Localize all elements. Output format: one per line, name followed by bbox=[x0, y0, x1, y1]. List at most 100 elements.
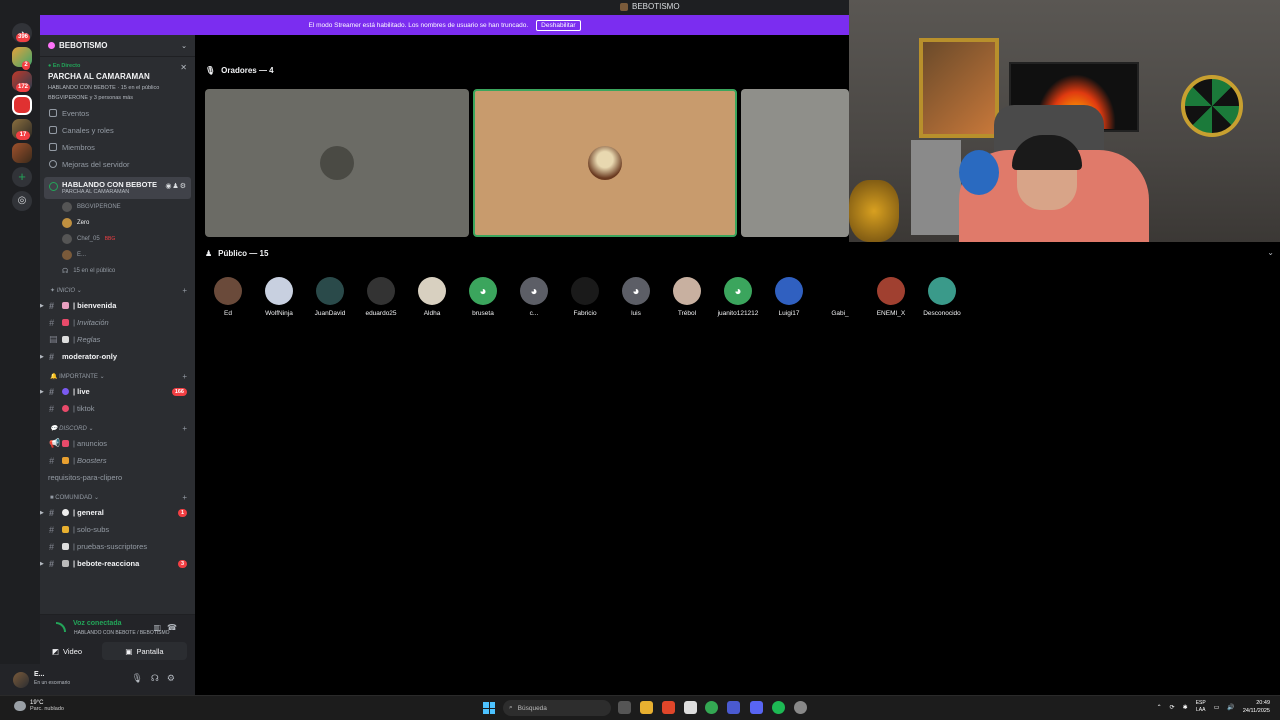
screen-icon: ▣ bbox=[125, 646, 133, 656]
obs-icon[interactable] bbox=[794, 701, 807, 714]
add-channel-icon[interactable]: + bbox=[182, 286, 187, 295]
channel-reglas[interactable]: ▤ | Reglas bbox=[40, 331, 195, 348]
menu-item-channels-roles[interactable]: Canales y roles bbox=[40, 122, 195, 139]
voice-status[interactable]: Voz conectada bbox=[73, 620, 122, 627]
language-indicator[interactable]: ESP LAA bbox=[1196, 700, 1206, 714]
video-button[interactable]: ◩ Video bbox=[48, 642, 86, 660]
unread-badge: 166 bbox=[171, 387, 187, 396]
disable-streamer-button[interactable]: Deshabilitar bbox=[536, 19, 581, 31]
brave-browser-icon[interactable] bbox=[662, 701, 675, 714]
channel-solo-subs[interactable]: # | solo-subs bbox=[40, 521, 195, 538]
server-header[interactable]: BEBOTISMO ⌄ bbox=[40, 35, 195, 57]
windows-start-icon[interactable] bbox=[483, 702, 495, 714]
channel-tiktok[interactable]: # | tiktok bbox=[40, 400, 195, 417]
audience-member[interactable]: ◕ luis bbox=[611, 277, 661, 317]
audience-member[interactable]: eduardo25 bbox=[356, 277, 406, 317]
audience-member[interactable]: Fabricio bbox=[560, 277, 610, 317]
teams-icon[interactable] bbox=[727, 701, 740, 714]
hash-icon: # bbox=[49, 455, 55, 466]
voice-user[interactable]: BBGVIPERONE bbox=[40, 199, 195, 215]
audience-member[interactable]: Luigi17 bbox=[764, 277, 814, 317]
close-icon[interactable]: ✕ bbox=[180, 63, 187, 72]
taskbar-search[interactable]: ⌕ Búsqueda bbox=[503, 700, 611, 716]
channel-invitacion[interactable]: # | Invitación bbox=[40, 314, 195, 331]
bluetooth-icon[interactable]: ✱ bbox=[1183, 704, 1188, 711]
live-event-card[interactable]: ● En Directo PARCHA AL CAMARAMAN HABLAND… bbox=[40, 57, 195, 105]
volume-icon[interactable]: 🔊 bbox=[1227, 704, 1234, 711]
audience-member[interactable]: JuanDavid bbox=[305, 277, 355, 317]
channel-live[interactable]: ▶ # | live 166 bbox=[40, 383, 195, 400]
channel-pruebas-suscriptores[interactable]: # | pruebas-suscriptores bbox=[40, 538, 195, 555]
channel-bebote-reacciona[interactable]: ▶ # | bebote-reacciona 3 bbox=[40, 555, 195, 572]
voice-user[interactable]: E... bbox=[40, 247, 195, 263]
add-channel-icon[interactable]: + bbox=[182, 493, 187, 502]
file-explorer-icon[interactable] bbox=[640, 701, 653, 714]
clock[interactable]: 20:49 24/11/2025 bbox=[1243, 699, 1270, 715]
menu-item-events[interactable]: Eventos bbox=[40, 105, 195, 122]
add-channel-icon[interactable]: + bbox=[182, 424, 187, 433]
signal-icon[interactable] bbox=[56, 622, 66, 632]
audience-member[interactable]: Ed bbox=[203, 277, 253, 317]
stage-tools[interactable]: ◉♟⚙ bbox=[165, 182, 187, 190]
banner-text: El modo Streamer está habilitado. Los no… bbox=[308, 21, 529, 29]
audience-member[interactable]: Desconocido bbox=[917, 277, 967, 317]
audience-member[interactable]: ◕ c... bbox=[509, 277, 559, 317]
speaker-tile-speaking[interactable] bbox=[473, 89, 737, 237]
chevron-up-icon[interactable]: ⌃ bbox=[1157, 704, 1162, 711]
channel-boosters[interactable]: # | Boosters bbox=[40, 452, 195, 469]
audience-member[interactable]: ◕ bruseta bbox=[458, 277, 508, 317]
audience-member[interactable]: Trébol bbox=[662, 277, 712, 317]
category-inicio[interactable]: ✦ INICIO ⌄ + bbox=[40, 279, 195, 297]
discord-icon[interactable] bbox=[750, 701, 763, 714]
menu-item-members[interactable]: Miembros bbox=[40, 139, 195, 156]
unread-badge: 3 bbox=[177, 559, 187, 568]
screen-share-button[interactable]: ▣ Pantalla bbox=[102, 642, 187, 660]
explore-icon[interactable]: ◎ bbox=[12, 191, 32, 211]
audience-member[interactable]: WolfNinja bbox=[254, 277, 304, 317]
audience-member[interactable]: Gabi_ bbox=[815, 277, 865, 317]
category-comunidad[interactable]: ■ COMUNIDAD ⌄ + bbox=[40, 486, 195, 504]
dm-badge: 396 bbox=[16, 33, 31, 42]
stage-audience-count[interactable]: ☊ 15 en el público bbox=[40, 263, 195, 279]
app-icon[interactable] bbox=[684, 701, 697, 714]
category-discord[interactable]: 💬 DISCORD ⌄ + bbox=[40, 417, 195, 435]
audience-member[interactable]: ENEMI_X bbox=[866, 277, 916, 317]
user-controls[interactable]: 🎙☊⚙ bbox=[132, 673, 184, 684]
channel-requisitos[interactable]: requisitos-para-clipero bbox=[40, 469, 195, 486]
channel-bienvenida[interactable]: ▶ # | bienvenida bbox=[40, 297, 195, 314]
chevron-down-icon[interactable]: ⌄ bbox=[1267, 248, 1274, 257]
speaker-tile[interactable] bbox=[205, 89, 469, 237]
chrome-icon[interactable] bbox=[705, 701, 718, 714]
avatar bbox=[588, 146, 622, 180]
avatar[interactable] bbox=[13, 672, 29, 688]
add-channel-icon[interactable]: + bbox=[182, 372, 187, 381]
channel-general[interactable]: ▶ # | general 1 bbox=[40, 504, 195, 521]
rules-icon: ▤ bbox=[49, 334, 58, 344]
server-icon-4[interactable] bbox=[12, 143, 32, 163]
channel-anuncios[interactable]: 📢 | anuncios bbox=[40, 435, 195, 452]
channel-moderator-only[interactable]: ▶ # moderator-only bbox=[40, 348, 195, 365]
headphones-icon: ☊ bbox=[62, 268, 69, 275]
speaker-tile[interactable] bbox=[741, 89, 849, 237]
category-importante[interactable]: 🔔 IMPORTANTE ⌄ + bbox=[40, 365, 195, 383]
stage-channel[interactable]: HABLANDO CON BEBOTE PARCHA AL CAMARAMAN … bbox=[44, 177, 191, 199]
voice-tools[interactable]: ▥☎ bbox=[153, 623, 183, 632]
hash-icon: # bbox=[49, 558, 55, 569]
menu-item-boosts[interactable]: Mejoras del servidor bbox=[40, 156, 195, 173]
sync-icon[interactable]: ⟳ bbox=[1170, 704, 1175, 711]
audience-member[interactable]: ◕ juanito121212 bbox=[713, 277, 763, 317]
task-view-icon[interactable] bbox=[618, 701, 631, 714]
streamer-mode-banner: El modo Streamer está habilitado. Los no… bbox=[40, 15, 849, 35]
weather-widget[interactable]: 19°C Parc. nublado bbox=[14, 700, 64, 712]
network-icon[interactable]: ▭ bbox=[1214, 704, 1220, 711]
voice-user[interactable]: Chef_05 BBG bbox=[40, 231, 195, 247]
voice-user[interactable]: Zero bbox=[40, 215, 195, 231]
boost-icon bbox=[49, 160, 57, 168]
server-icon-bebotismo[interactable] bbox=[12, 95, 32, 115]
add-server-icon[interactable]: + bbox=[12, 167, 32, 187]
hash-icon: # bbox=[49, 317, 55, 328]
audience-member[interactable]: Aldha bbox=[407, 277, 457, 317]
discord-default-avatar-icon: ◕ bbox=[622, 277, 650, 305]
spotify-icon[interactable] bbox=[772, 701, 785, 714]
members-icon bbox=[49, 143, 57, 151]
